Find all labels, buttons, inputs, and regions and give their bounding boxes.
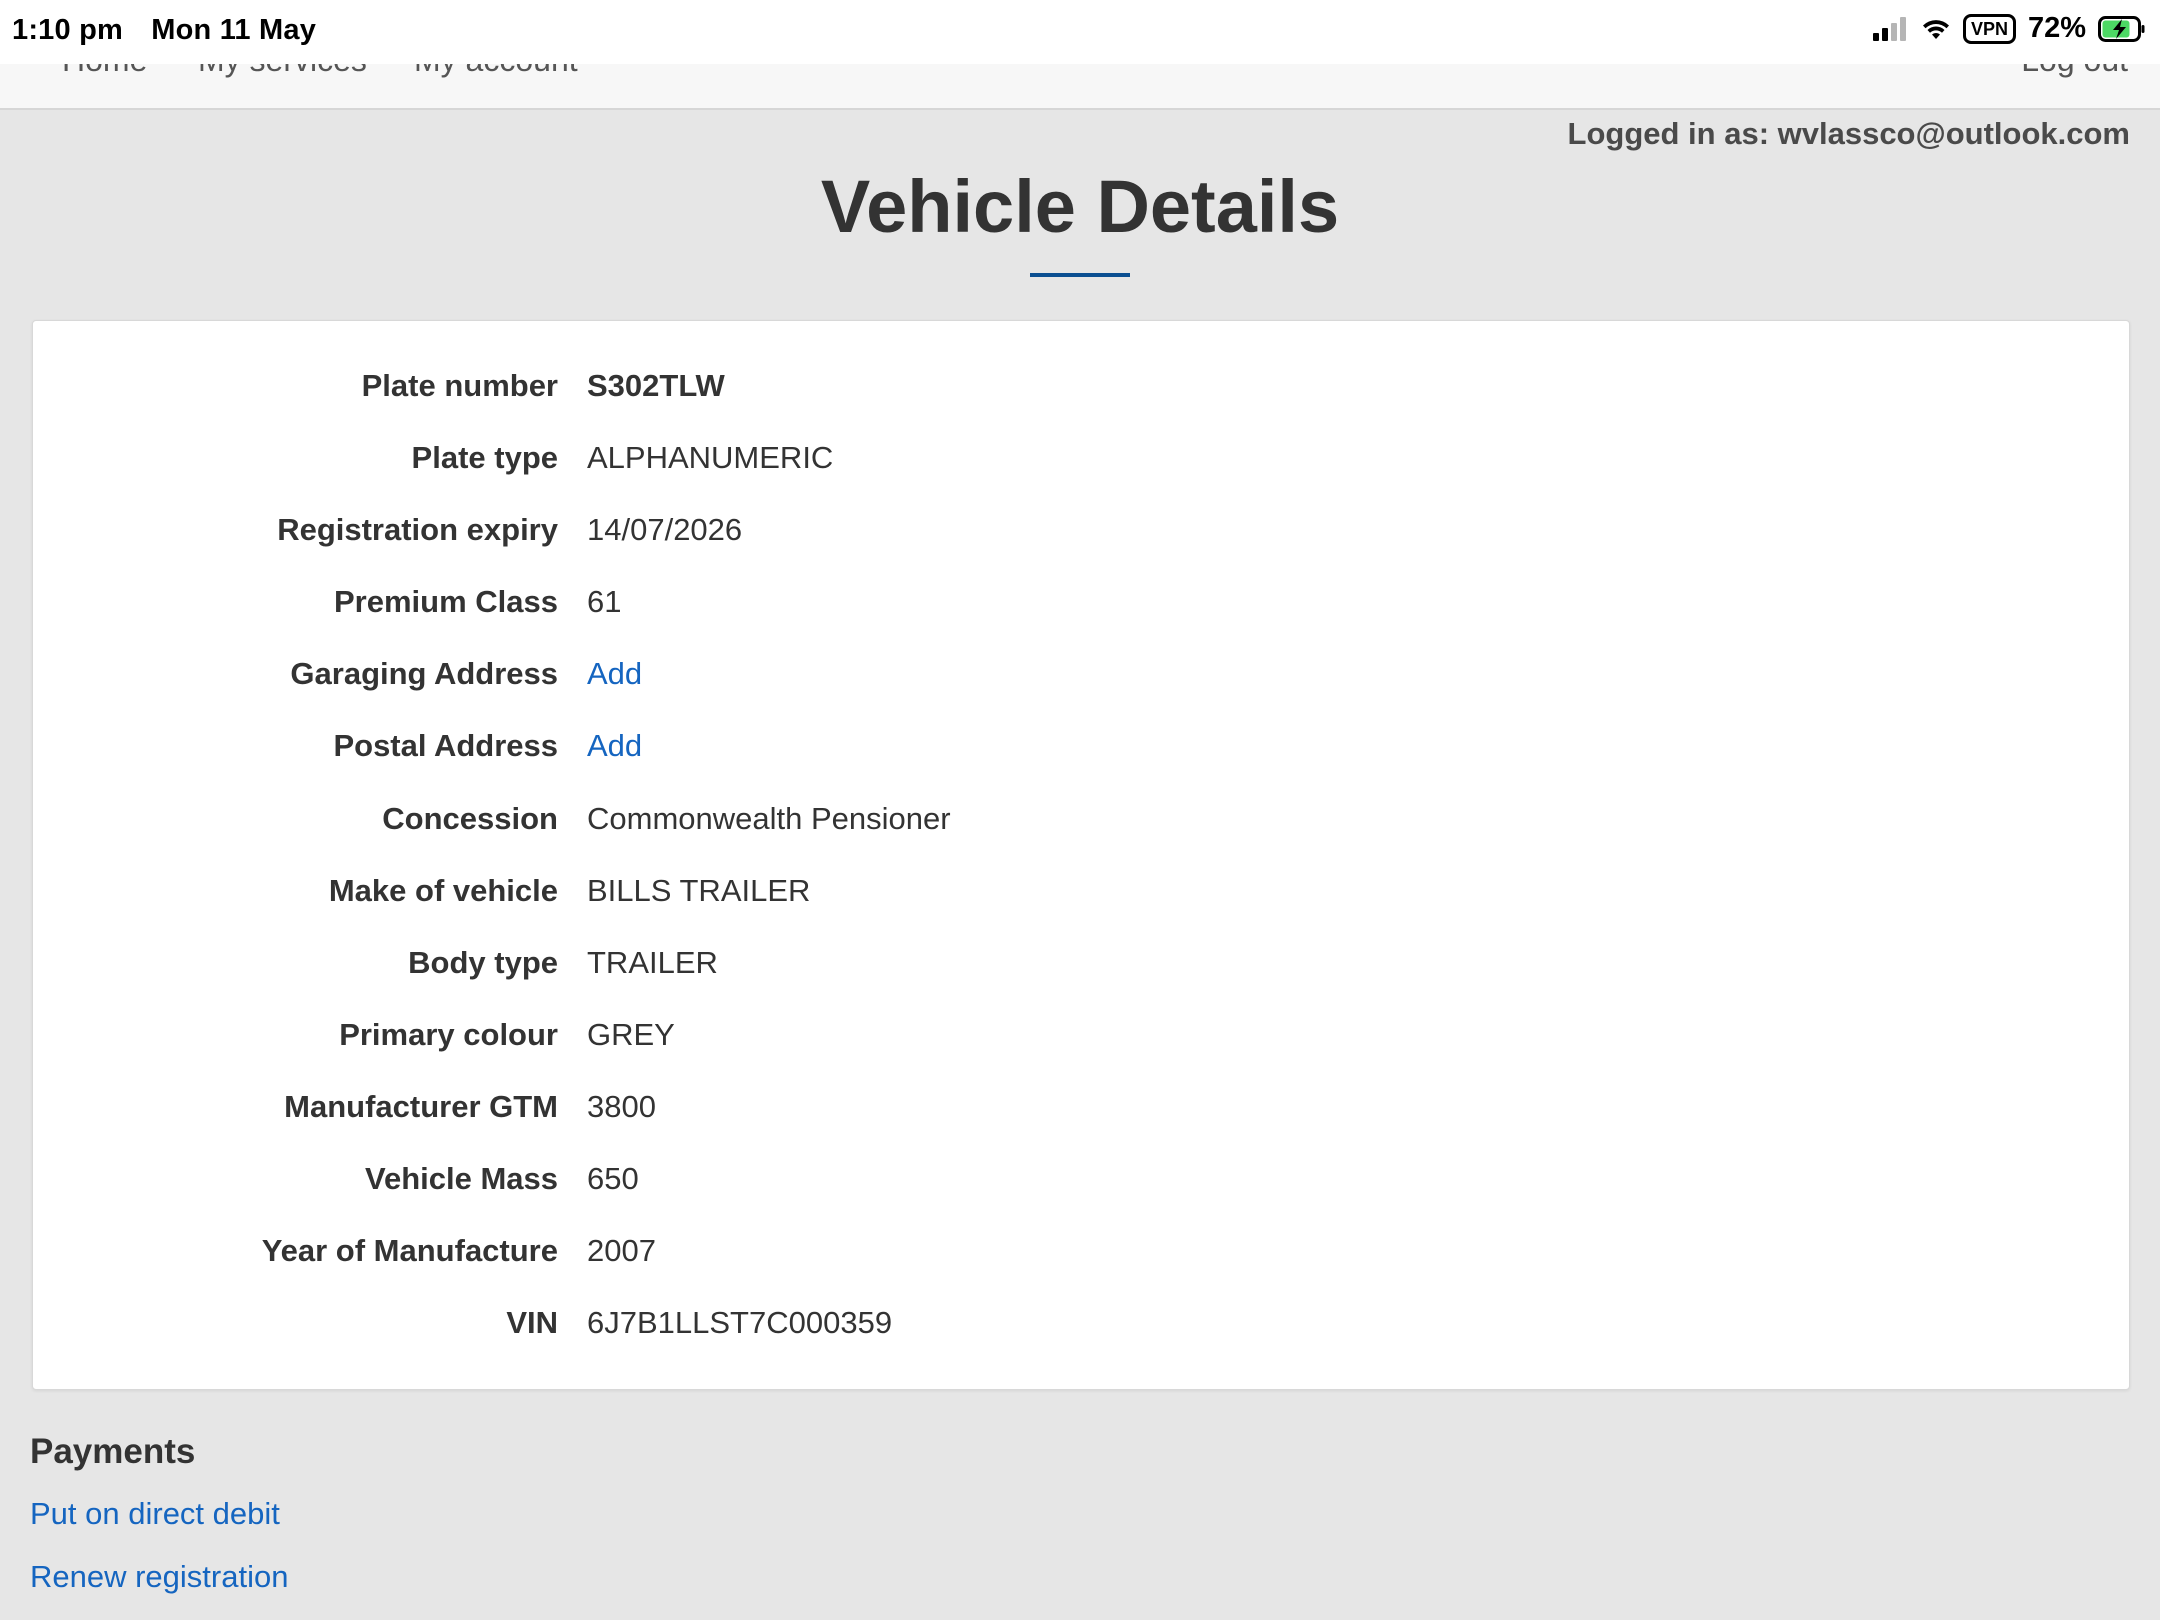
status-date: Mon 11 May — [151, 14, 317, 46]
detail-row-vin: VIN 6J7B1LLST7C000359 — [33, 1305, 2129, 1365]
detail-row-garaging-address: Garaging Address Add — [33, 656, 2129, 716]
detail-row-concession: Concession Commonwealth Pensioner — [33, 801, 2129, 861]
detail-value: 14/07/2026 — [587, 512, 743, 547]
detail-row-make-of-vehicle: Make of vehicle BILLS TRAILER — [33, 873, 2129, 933]
detail-row-registration-expiry: Registration expiry 14/07/2026 — [33, 512, 2129, 572]
detail-value: 650 — [587, 1161, 639, 1196]
detail-row-vehicle-mass: Vehicle Mass 650 — [33, 1161, 2129, 1221]
detail-row-postal-address: Postal Address Add — [33, 728, 2129, 788]
detail-row-plate-number: Plate number S302TLW — [33, 368, 2129, 428]
battery-percent: 72% — [2027, 12, 2086, 44]
detail-row-plate-type: Plate type ALPHANUMERIC — [33, 440, 2129, 500]
detail-label: VIN — [506, 1305, 558, 1340]
detail-label: Premium Class — [334, 584, 558, 619]
detail-row-premium-class: Premium Class 61 — [33, 584, 2129, 644]
renew-registration-link[interactable]: Renew registration — [30, 1559, 288, 1595]
detail-label: Vehicle Mass — [364, 1161, 558, 1196]
detail-row-body-type: Body type TRAILER — [33, 945, 2129, 1005]
detail-row-manufacturer-gtm: Manufacturer GTM 3800 — [33, 1089, 2129, 1149]
detail-value: S302TLW — [587, 368, 725, 403]
detail-label: Postal Address — [333, 728, 558, 763]
detail-value: Commonwealth Pensioner — [587, 801, 951, 836]
detail-label: Manufacturer GTM — [284, 1089, 558, 1124]
status-time: 1:10 pm — [12, 14, 123, 46]
detail-value: 6J7B1LLST7C000359 — [587, 1305, 893, 1340]
detail-value: 2007 — [587, 1233, 656, 1268]
add-postal-address-link[interactable]: Add — [587, 728, 642, 764]
title-underline — [1030, 273, 1130, 277]
detail-value: 61 — [587, 584, 622, 619]
detail-label: Body type — [408, 945, 558, 980]
detail-row-primary-colour: Primary colour GREY — [33, 1017, 2129, 1077]
page-title: Vehicle Details — [820, 165, 1340, 248]
status-left: 1:10 pm Mon 11 May — [12, 14, 316, 47]
status-right: VPN 72% — [1872, 12, 2146, 45]
detail-row-year-of-manufacture: Year of Manufacture 2007 — [33, 1233, 2129, 1293]
vehicle-details-card: Plate number S302TLW Plate type ALPHANUM… — [32, 320, 2130, 1390]
detail-label: Registration expiry — [277, 512, 558, 547]
detail-label: Garaging Address — [290, 656, 558, 691]
status-bar: 1:10 pm Mon 11 May VPN 72% — [0, 0, 2160, 64]
signal-icon — [1872, 16, 1906, 41]
add-garaging-address-link[interactable]: Add — [587, 656, 642, 692]
detail-label: Plate type — [411, 440, 558, 475]
detail-label: Primary colour — [339, 1017, 558, 1052]
detail-value: BILLS TRAILER — [587, 873, 811, 908]
detail-value: 3800 — [587, 1089, 656, 1124]
detail-value: ALPHANUMERIC — [587, 440, 834, 475]
detail-value: TRAILER — [587, 945, 718, 980]
detail-value: GREY — [587, 1017, 675, 1052]
wifi-icon — [1922, 19, 1949, 39]
detail-label: Year of Manufacture — [261, 1233, 558, 1268]
vpn-badge: VPN — [1962, 13, 2016, 44]
detail-label: Make of vehicle — [328, 873, 558, 908]
battery-charging-icon — [2098, 15, 2145, 42]
logged-in-user: Logged in as: wvlassco@outlook.com — [1567, 116, 2130, 151]
payments-heading: Payments — [30, 1432, 196, 1471]
direct-debit-link[interactable]: Put on direct debit — [30, 1496, 280, 1532]
detail-label: Plate number — [361, 368, 558, 403]
detail-label: Concession — [382, 801, 558, 836]
